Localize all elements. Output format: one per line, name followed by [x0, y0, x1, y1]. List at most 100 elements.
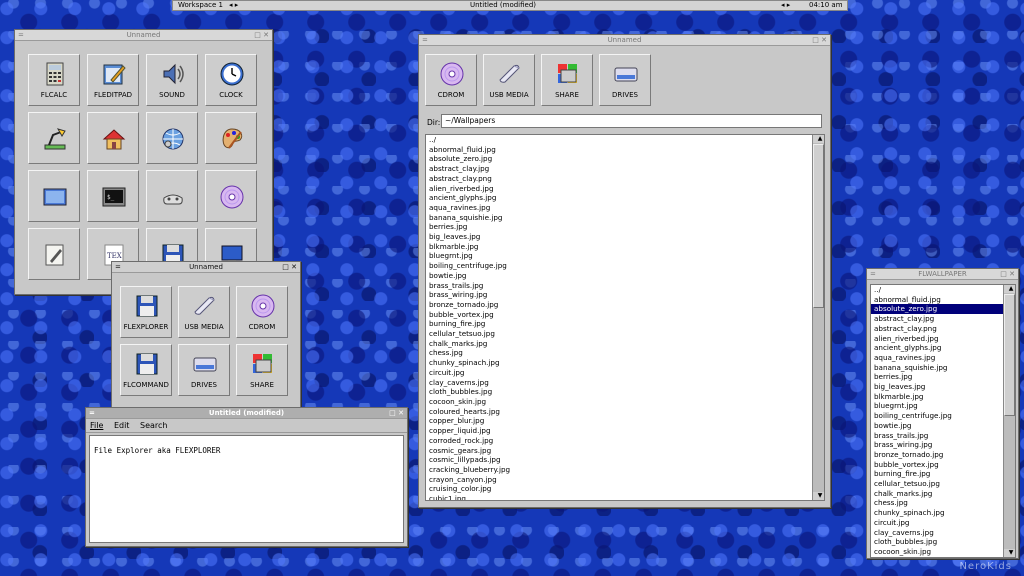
file-list-item[interactable]: absolute_zero.jpg [871, 304, 1015, 315]
window-controls[interactable]: □ ✕ [389, 408, 404, 418]
flcommand-button[interactable]: FLCOMMAND [120, 344, 172, 396]
file-list-item[interactable]: cruising_color.jpg [426, 484, 824, 494]
file-list-item[interactable]: abstract_clay.png [426, 174, 824, 184]
file-list-item[interactable]: cloth_bubbles.jpg [426, 387, 824, 397]
window-controls[interactable]: □ ✕ [282, 262, 297, 272]
file-list-item[interactable]: cellular_tetsuo.jpg [426, 329, 824, 339]
share-button[interactable]: SHARE [236, 344, 288, 396]
file-list-item[interactable]: abnormal_fluid.jpg [426, 145, 824, 155]
file-list-item[interactable]: aqua_ravines.jpg [426, 203, 824, 213]
file-list-item[interactable]: boiling_centrifuge.jpg [426, 261, 824, 271]
launcher-app-10-button[interactable] [146, 170, 198, 222]
file-list-item[interactable]: ../ [871, 285, 1015, 295]
usb-media-button[interactable]: USB MEDIA [483, 54, 535, 106]
window-menu-icon[interactable]: = [18, 30, 24, 40]
file-list-item[interactable]: chunky_spinach.jpg [426, 358, 824, 368]
file-list-item[interactable]: blkmarble.jpg [871, 392, 1015, 402]
sound-button[interactable]: SOUND [146, 54, 198, 106]
file-list-item[interactable]: berries.jpg [871, 372, 1015, 382]
workspace-label[interactable]: Workspace 1 [178, 1, 223, 10]
file-list-item[interactable]: bowtie.jpg [426, 271, 824, 281]
taskbar-arrows[interactable]: ◂ ▸ [781, 1, 790, 10]
window-menu-icon[interactable]: = [422, 35, 428, 45]
file-list-item[interactable]: ../ [426, 135, 824, 145]
file-list-item[interactable]: coloured_hearts.jpg [426, 407, 824, 417]
file-list-item[interactable]: clay_caverns.jpg [871, 528, 1015, 538]
editor-titlebar[interactable]: = Untitled (modified) □ ✕ [86, 408, 407, 419]
file-list-item[interactable]: big_leaves.jpg [426, 232, 824, 242]
editor-text-area[interactable]: File Explorer aka FLEXPLORER [89, 435, 404, 543]
file-list-item[interactable]: bowtie.jpg [871, 421, 1015, 431]
usb-media-button[interactable]: USB MEDIA [178, 286, 230, 338]
window-controls[interactable]: □ ✕ [254, 30, 269, 40]
scroll-down-arrow[interactable]: ▼ [1004, 549, 1015, 557]
file-list-item[interactable]: bubble_vortex.jpg [426, 310, 824, 320]
file-list-item[interactable]: bronze_tornado.jpg [426, 300, 824, 310]
browser-file-list[interactable]: ../abnormal_fluid.jpg absolute_zero.jpgab… [425, 134, 825, 501]
file-list-item[interactable]: chunky_spinach.jpg [871, 508, 1015, 518]
file-list-item[interactable]: brass_wiring.jpg [871, 440, 1015, 450]
file-list-item[interactable]: crayon_canyon.jpg [426, 475, 824, 485]
launcher-titlebar[interactable]: = Unnamed □ ✕ [15, 30, 272, 41]
file-list-item[interactable]: abnormal_fluid.jpg [871, 295, 1015, 305]
vertical-scrollbar[interactable]: ▲ ▼ [1003, 285, 1015, 557]
file-list-item[interactable]: banana_squishie.jpg [426, 213, 824, 223]
menu-file[interactable]: File [90, 421, 103, 430]
file-list-item[interactable]: blkmarble.jpg [426, 242, 824, 252]
clock-button[interactable]: CLOCK [205, 54, 257, 106]
launcher-app-7-button[interactable] [205, 112, 257, 164]
workspace-switch-arrows[interactable]: ◂ ▸ [229, 1, 238, 10]
window-controls[interactable]: □ ✕ [812, 35, 827, 45]
file-list-item[interactable]: copper_liquid.jpg [426, 426, 824, 436]
file-list-item[interactable]: bronze_tornado.jpg [871, 450, 1015, 460]
file-list-item[interactable]: big_leaves.jpg [871, 382, 1015, 392]
cdrom-button[interactable]: CDROM [425, 54, 477, 106]
file-list-item[interactable]: cellular_tetsuo.jpg [871, 479, 1015, 489]
launcher-app-11-button[interactable] [205, 170, 257, 222]
scroll-up-arrow[interactable]: ▲ [813, 135, 824, 143]
file-list-item[interactable]: brass_trails.jpg [426, 281, 824, 291]
launcher-app-8-button[interactable] [28, 170, 80, 222]
file-list-item[interactable]: brass_trails.jpg [871, 431, 1015, 441]
launcher-app-6-button[interactable] [146, 112, 198, 164]
file-list-item[interactable]: abstract_clay.png [871, 324, 1015, 334]
menu-edit[interactable]: Edit [114, 421, 130, 430]
file-list-item[interactable]: cloth_bubbles.jpg [871, 537, 1015, 547]
vertical-scrollbar[interactable]: ▲ ▼ [812, 135, 824, 500]
flexplorer-button[interactable]: FLEXPLORER [120, 286, 172, 338]
file-list-item[interactable]: burning_fire.jpg [871, 469, 1015, 479]
file-list-item[interactable]: absolute_zero.jpg [426, 154, 824, 164]
window-menu-icon[interactable]: = [870, 269, 876, 279]
file-list-item[interactable]: cosmic_gears.jpg [426, 446, 824, 456]
file-list-item[interactable]: cocoon_skin.jpg [426, 397, 824, 407]
file-list-item[interactable]: berries.jpg [426, 222, 824, 232]
file-list-item[interactable]: cracking_blueberry.jpg [426, 465, 824, 475]
file-list-item[interactable]: cocoon_skin.jpg [871, 547, 1015, 557]
scroll-thumb[interactable] [1004, 294, 1015, 417]
file-list-item[interactable]: circuit.jpg [871, 518, 1015, 528]
file-list-item[interactable]: chalk_marks.jpg [426, 339, 824, 349]
file-list-item[interactable]: chess.jpg [426, 348, 824, 358]
wallpaper-file-list[interactable]: ../abnormal_fluid.jpg absolute_zero.jpgab… [870, 284, 1016, 558]
file-list-item[interactable]: cosmic_lillypads.jpg [426, 455, 824, 465]
file-list-item[interactable]: burning_fire.jpg [426, 319, 824, 329]
file-list-item[interactable]: alien_riverbed.jpg [871, 334, 1015, 344]
drives-button[interactable]: DRIVES [178, 344, 230, 396]
file-list-item[interactable]: banana_squishie.jpg [871, 363, 1015, 373]
file-list-item[interactable]: cubic1.jpg [426, 494, 824, 500]
scroll-down-arrow[interactable]: ▼ [813, 492, 824, 500]
file-list-item[interactable]: ancient_glyphs.jpg [426, 193, 824, 203]
fleditpad-button[interactable]: FLEDITPAD [87, 54, 139, 106]
scroll-thumb[interactable] [813, 144, 824, 309]
file-list-item[interactable]: boiling_centrifuge.jpg [871, 411, 1015, 421]
launcher2-titlebar[interactable]: = Unnamed □ ✕ [112, 262, 300, 273]
file-list-item[interactable]: bubble_vortex.jpg [871, 460, 1015, 470]
active-window-title[interactable]: Untitled (modified) [433, 1, 573, 10]
file-list-item[interactable]: circuit.jpg [426, 368, 824, 378]
file-list-item[interactable]: bluegrnt.jpg [426, 251, 824, 261]
dir-input[interactable]: ~/Wallpapers [441, 114, 822, 128]
launcher-app-4-button[interactable] [28, 112, 80, 164]
file-list-item[interactable]: clay_caverns.jpg [426, 378, 824, 388]
window-controls[interactable]: □ ✕ [1000, 269, 1015, 279]
file-list-item[interactable]: ancient_glyphs.jpg [871, 343, 1015, 353]
